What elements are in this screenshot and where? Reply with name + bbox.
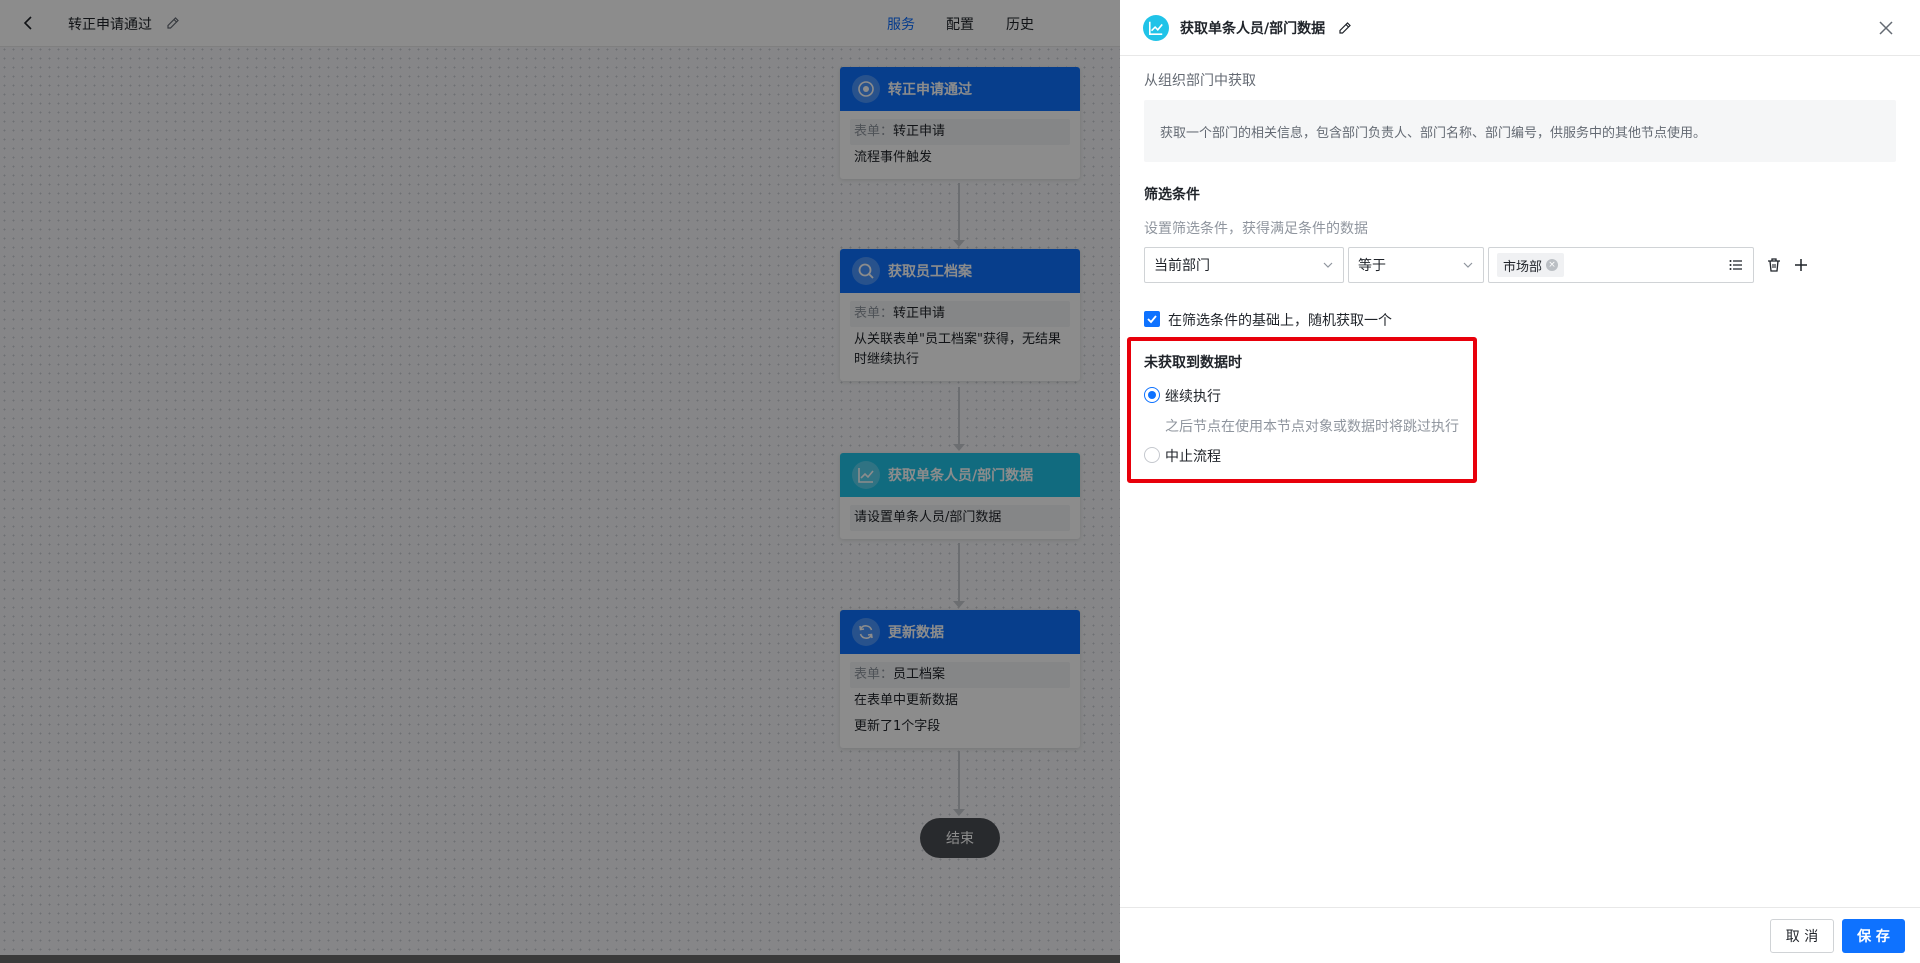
random-pick-checkbox[interactable] [1144, 311, 1160, 327]
filter-hint: 设置筛选条件，获得满足条件的数据 [1144, 221, 1368, 237]
edit-pencil-icon[interactable] [1338, 21, 1352, 35]
config-drawer: 获取单条人员/部门数据 从组织部门中获取 获取一个部门的相关信息，包含部门负责人… [1120, 0, 1920, 963]
radio-continue-label[interactable]: 继续执行 [1165, 386, 1221, 406]
save-button[interactable]: 保 存 [1842, 919, 1905, 953]
description-box: 获取一个部门的相关信息，包含部门负责人、部门名称、部门编号，供服务中的其他节点使… [1144, 100, 1896, 162]
no-data-section-title: 未获取到数据时 [1144, 355, 1242, 371]
random-pick-label: 在筛选条件的基础上，随机获取一个 [1168, 313, 1392, 329]
filter-operator-select[interactable]: 等于 [1348, 247, 1484, 283]
drawer-footer: 取 消 保 存 [1120, 907, 1920, 963]
value-tag: 市场部 × [1497, 253, 1565, 277]
cancel-button[interactable]: 取 消 [1770, 919, 1834, 953]
filter-value-input[interactable]: 市场部 × [1488, 247, 1754, 283]
list-icon[interactable] [1724, 253, 1748, 277]
trash-icon[interactable] [1766, 257, 1782, 273]
radio-abort[interactable] [1144, 447, 1160, 463]
drawer-title: 获取单条人员/部门数据 [1180, 21, 1326, 37]
filter-field-select[interactable]: 当前部门 [1144, 247, 1344, 283]
radio-continue[interactable] [1144, 387, 1160, 403]
chevron-down-icon [1323, 262, 1333, 268]
continue-hint: 之后节点在使用本节点对象或数据时将跳过执行 [1165, 419, 1459, 435]
horizontal-scrollbar[interactable] [0, 955, 1120, 963]
data-source-text: 从组织部门中获取 [1144, 73, 1256, 89]
plus-icon[interactable] [1793, 257, 1809, 273]
chart-line-icon [1143, 15, 1169, 41]
close-icon[interactable] [1878, 20, 1894, 36]
radio-abort-label[interactable]: 中止流程 [1165, 446, 1221, 466]
drawer-header: 获取单条人员/部门数据 [1120, 0, 1920, 56]
tag-remove-icon[interactable]: × [1546, 259, 1559, 271]
modal-mask[interactable] [0, 0, 1120, 963]
filter-section-title: 筛选条件 [1144, 187, 1200, 203]
chevron-down-icon [1463, 262, 1473, 268]
